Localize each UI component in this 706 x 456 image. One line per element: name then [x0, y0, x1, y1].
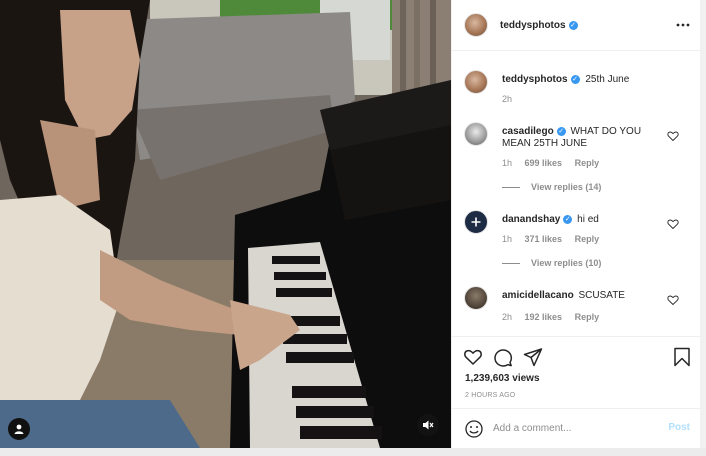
post-header: teddysphotos ✓	[452, 0, 701, 51]
post-comment-button[interactable]: Post	[668, 422, 690, 433]
caption-age[interactable]: 2h	[502, 94, 512, 104]
commenter-username[interactable]: danandshay	[502, 214, 560, 225]
comment-meta: 1h 371 likes Reply	[502, 234, 609, 244]
view-replies-button[interactable]: View replies (14)	[502, 182, 601, 192]
comment-icon[interactable]	[493, 347, 513, 367]
replies-divider	[502, 186, 520, 188]
caption-meta: 2h	[502, 94, 522, 104]
next-post-strip	[0, 448, 706, 456]
replies-divider	[502, 262, 520, 264]
comment-meta: 2h 192 likes Reply	[502, 312, 609, 322]
view-replies-label: View replies (10)	[531, 258, 602, 268]
view-count[interactable]: 1,239,603 views	[465, 373, 540, 384]
commenter-username[interactable]: amicidellacano	[502, 290, 574, 301]
plus-logo-icon	[471, 217, 481, 227]
heart-icon[interactable]	[463, 347, 483, 367]
page-scrollbar[interactable]	[700, 0, 706, 448]
view-replies-label: View replies (14)	[531, 182, 602, 192]
verified-badge-icon: ✓	[568, 20, 578, 30]
user-tag-icon[interactable]	[8, 418, 30, 440]
verified-badge-icon: ✓	[570, 74, 580, 84]
comments-list[interactable]: teddysphotos ✓ 25th June 2h casadilego ✓ W…	[452, 52, 701, 336]
comment-text: SCUSATE	[578, 290, 625, 301]
send-icon[interactable]	[523, 347, 543, 367]
speaker-muted-icon[interactable]	[417, 414, 439, 436]
comment-likes[interactable]: 192 likes	[525, 312, 563, 322]
caption-username[interactable]: teddysphotos	[502, 74, 568, 85]
owner-avatar[interactable]	[464, 13, 488, 37]
comment-text: hi ed	[577, 214, 599, 225]
caption-text: 25th June	[585, 74, 630, 85]
comment-meta: 1h 699 likes Reply	[502, 158, 609, 168]
emoji-icon[interactable]	[464, 419, 484, 439]
post-details-panel: teddysphotos ✓ teddysphotos ✓ 25th June 2…	[451, 0, 701, 448]
reply-button[interactable]: Reply	[575, 312, 600, 322]
owner-username[interactable]: teddysphotos	[500, 20, 566, 31]
comment-likes[interactable]: 371 likes	[525, 234, 563, 244]
commenter-avatar[interactable]	[464, 286, 488, 310]
bookmark-icon[interactable]	[672, 347, 692, 367]
comment-like-heart-icon[interactable]	[667, 218, 679, 230]
verified-badge-icon: ✓	[556, 126, 566, 136]
reply-button[interactable]: Reply	[575, 158, 600, 168]
post-actions: 1,239,603 views 2 HOURS AGO	[452, 336, 701, 408]
commenter-avatar[interactable]	[464, 210, 488, 234]
reply-button[interactable]: Reply	[575, 234, 600, 244]
verified-badge-icon: ✓	[563, 214, 573, 224]
comment-input[interactable]	[493, 417, 653, 439]
caption-avatar[interactable]	[464, 70, 488, 94]
comment-like-heart-icon[interactable]	[667, 130, 679, 142]
view-replies-button[interactable]: View replies (10)	[502, 258, 601, 268]
commenter-username[interactable]: casadilego	[502, 126, 554, 137]
add-comment-bar: Post	[452, 408, 701, 448]
comment-like-heart-icon[interactable]	[667, 294, 679, 306]
comment-age[interactable]: 1h	[502, 158, 512, 168]
more-horizontal-icon[interactable]	[675, 17, 691, 33]
post-media-video[interactable]	[0, 0, 451, 448]
comment-age[interactable]: 2h	[502, 312, 512, 322]
video-frame	[0, 0, 451, 448]
comment-likes[interactable]: 699 likes	[525, 158, 563, 168]
commenter-avatar[interactable]	[464, 122, 488, 146]
post-timestamp[interactable]: 2 HOURS AGO	[465, 392, 515, 399]
comment-age[interactable]: 1h	[502, 234, 512, 244]
